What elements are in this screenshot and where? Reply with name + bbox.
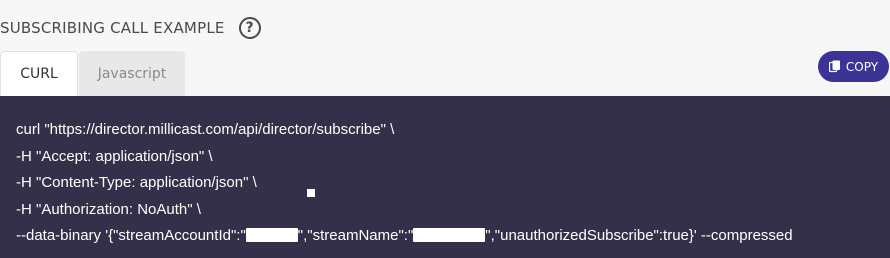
tab-javascript[interactable]: Javascript — [79, 51, 185, 96]
copy-label: COPY — [845, 59, 879, 74]
section-title: SUBSCRIBING CALL EXAMPLE — [0, 19, 225, 37]
code-line-2: -H "Accept: application/json" \ — [16, 147, 213, 165]
help-icon[interactable]: ? — [238, 17, 261, 39]
section-header: SUBSCRIBING CALL EXAMPLE ? — [0, 14, 261, 42]
copy-icon — [828, 60, 840, 73]
code-data-part-3: ","unauthorizedSubscribe":true}' --compr… — [485, 227, 793, 244]
code-line-4: -H "Authorization: NoAuth" \ — [16, 200, 201, 218]
redacted-account-id — [245, 228, 298, 242]
redaction-mark — [307, 189, 315, 197]
code-line-5: --data-binary '{"streamAccountId":" ","st… — [16, 223, 890, 250]
code-line-1: curl "https://director.millicast.com/api… — [16, 121, 395, 138]
tab-curl[interactable]: CURL — [0, 51, 78, 96]
code-data-part-2: ","streamName":" — [297, 227, 414, 244]
copy-button[interactable]: COPY — [818, 51, 889, 82]
code-block[interactable]: curl "https://director.millicast.com/api… — [0, 96, 890, 258]
language-tabs: CURL Javascript — [0, 51, 185, 96]
redacted-stream-name — [413, 228, 486, 242]
code-line-3: -H "Content-Type: application/json" \ — [16, 174, 257, 191]
api-example-panel: SUBSCRIBING CALL EXAMPLE ? CURL Javascri… — [0, 0, 890, 258]
code-data-part-1: --data-binary '{"streamAccountId":" — [16, 227, 246, 244]
